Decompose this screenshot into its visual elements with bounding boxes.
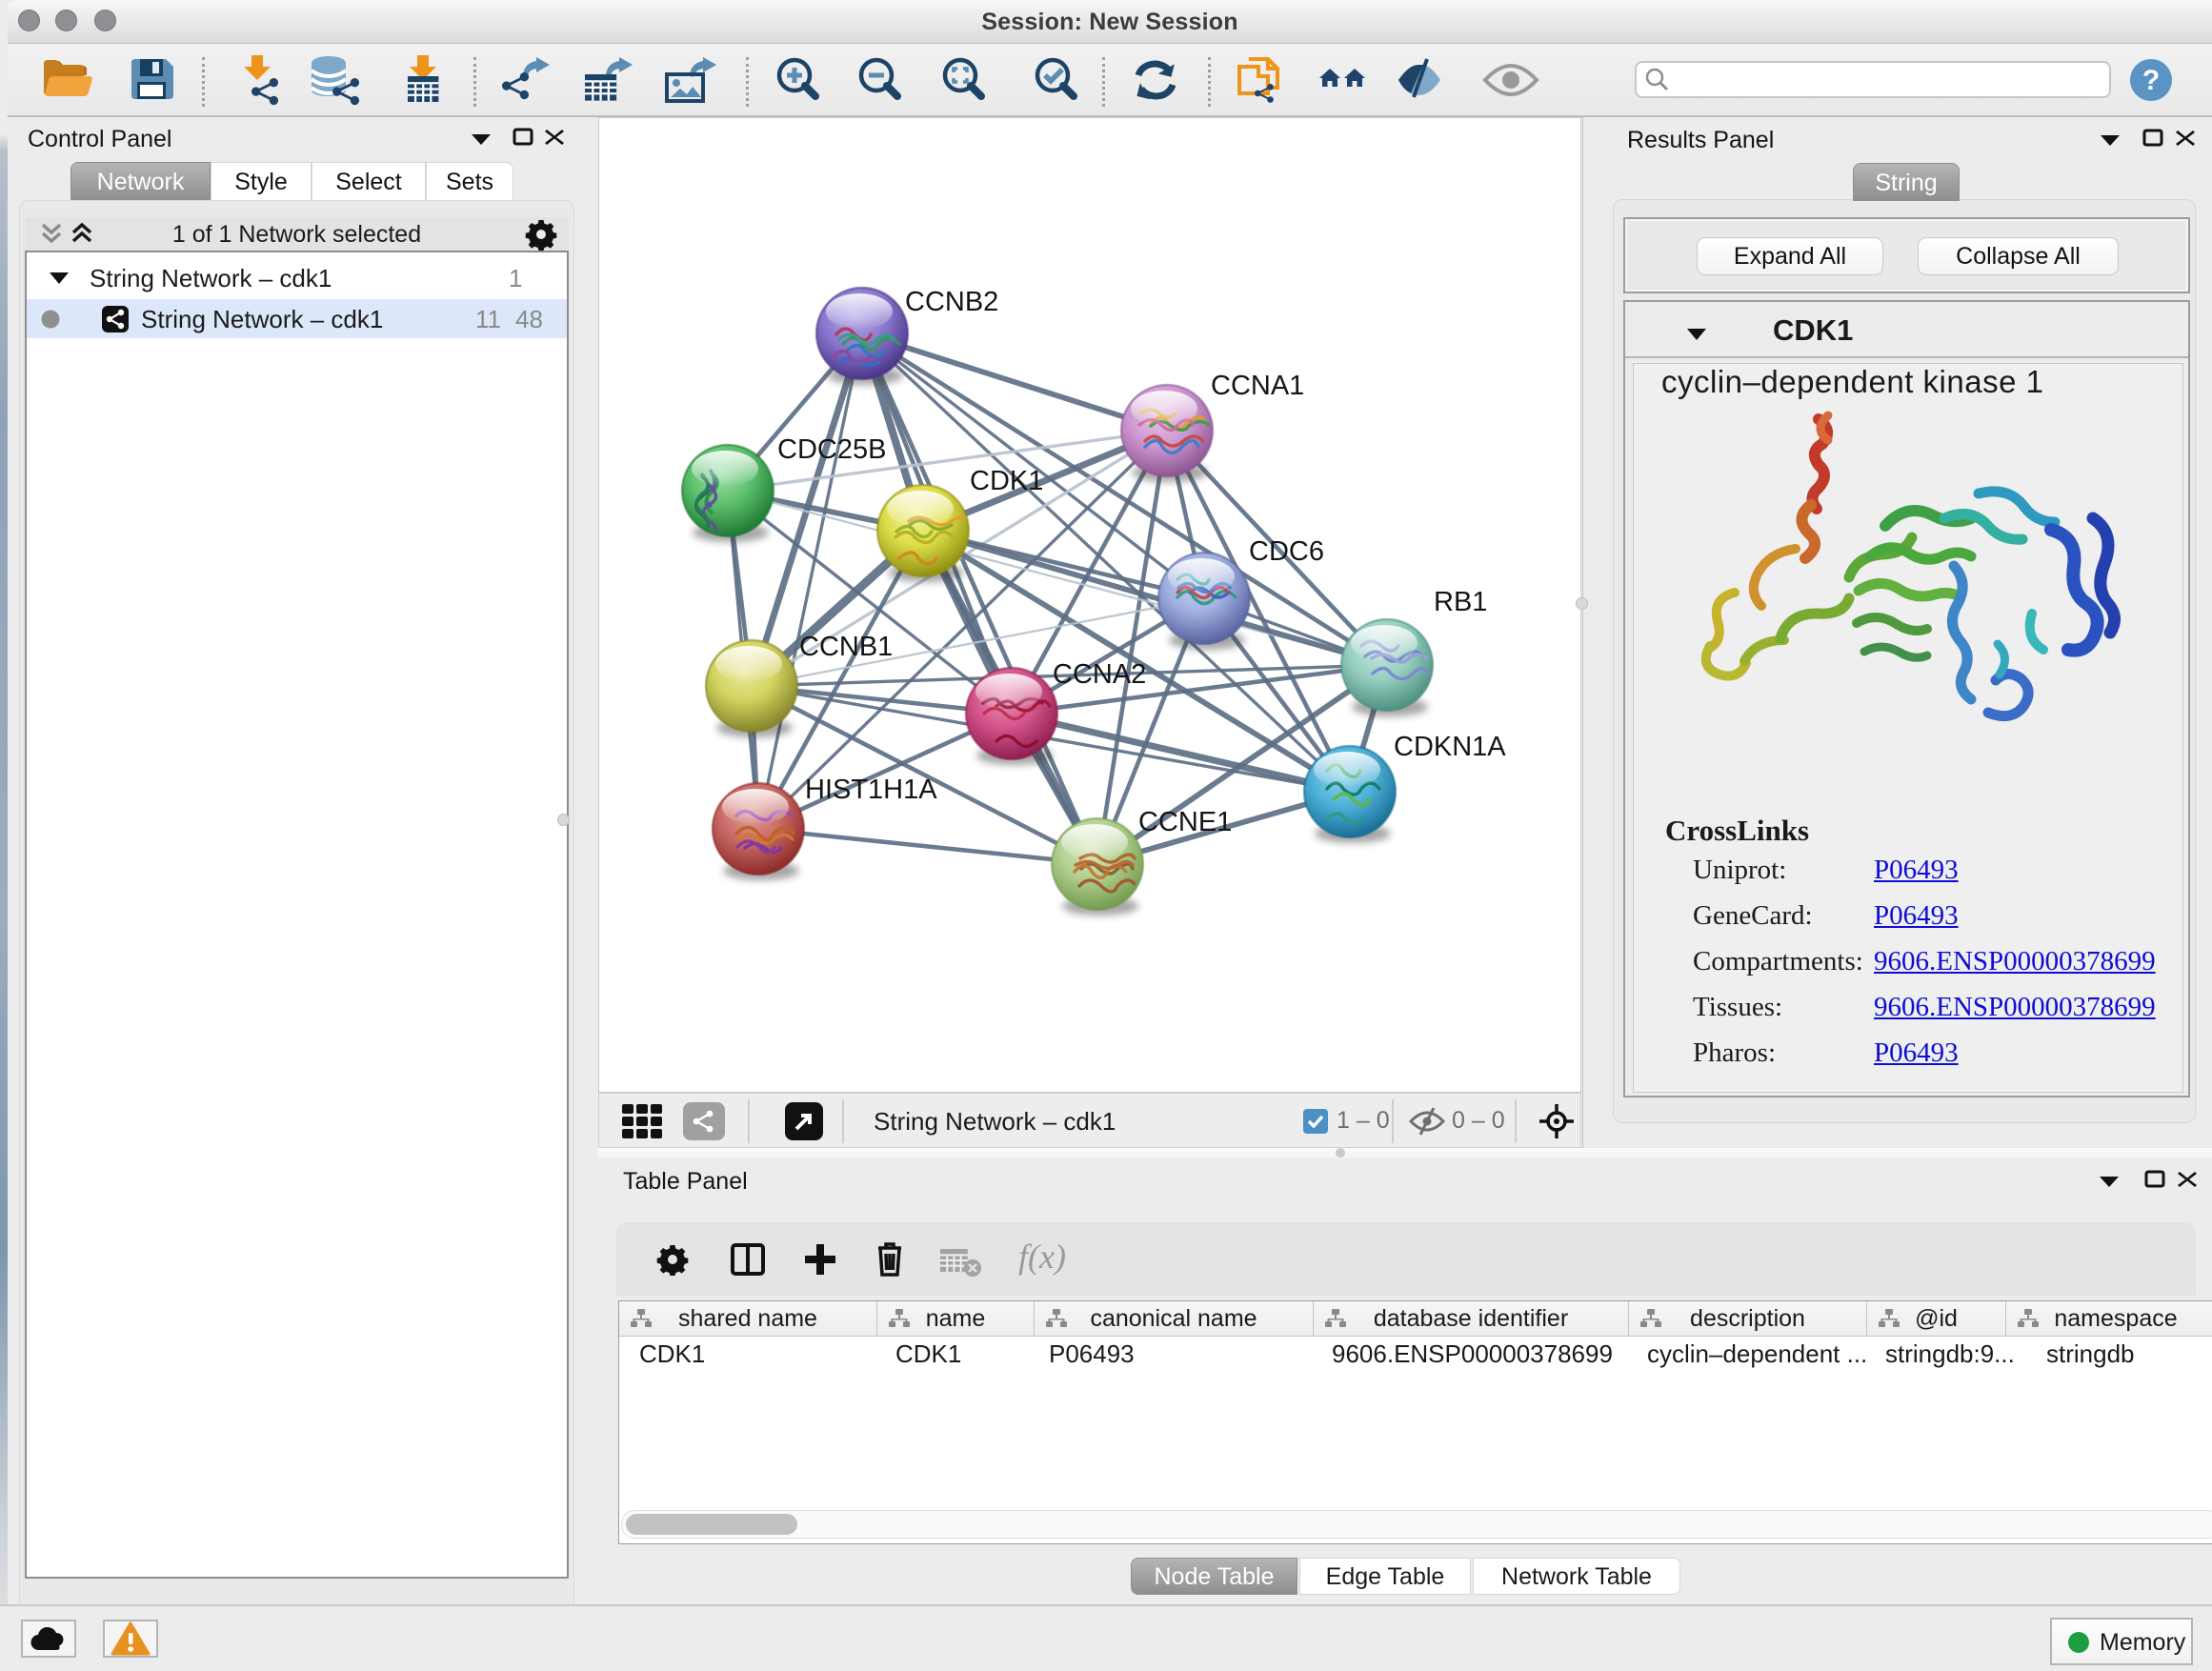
svg-text:CCNB2: CCNB2: [905, 287, 998, 317]
svg-text:CCNA1: CCNA1: [1211, 371, 1304, 401]
svg-text:f(x): f(x): [1018, 1238, 1066, 1276]
svg-text:CDK1: CDK1: [970, 466, 1043, 496]
svg-text:CCNB1: CCNB1: [799, 632, 893, 662]
svg-text:CDC6: CDC6: [1249, 536, 1324, 567]
svg-text:CDKN1A: CDKN1A: [1394, 732, 1506, 762]
svg-text:CCNE1: CCNE1: [1138, 807, 1232, 837]
svg-text:HIST1H1A: HIST1H1A: [805, 775, 937, 805]
svg-text:RB1: RB1: [1434, 587, 1487, 617]
svg-text:?: ?: [2142, 65, 2160, 96]
svg-text:CCNA2: CCNA2: [1053, 659, 1146, 690]
svg-text:CDC25B: CDC25B: [777, 434, 886, 465]
